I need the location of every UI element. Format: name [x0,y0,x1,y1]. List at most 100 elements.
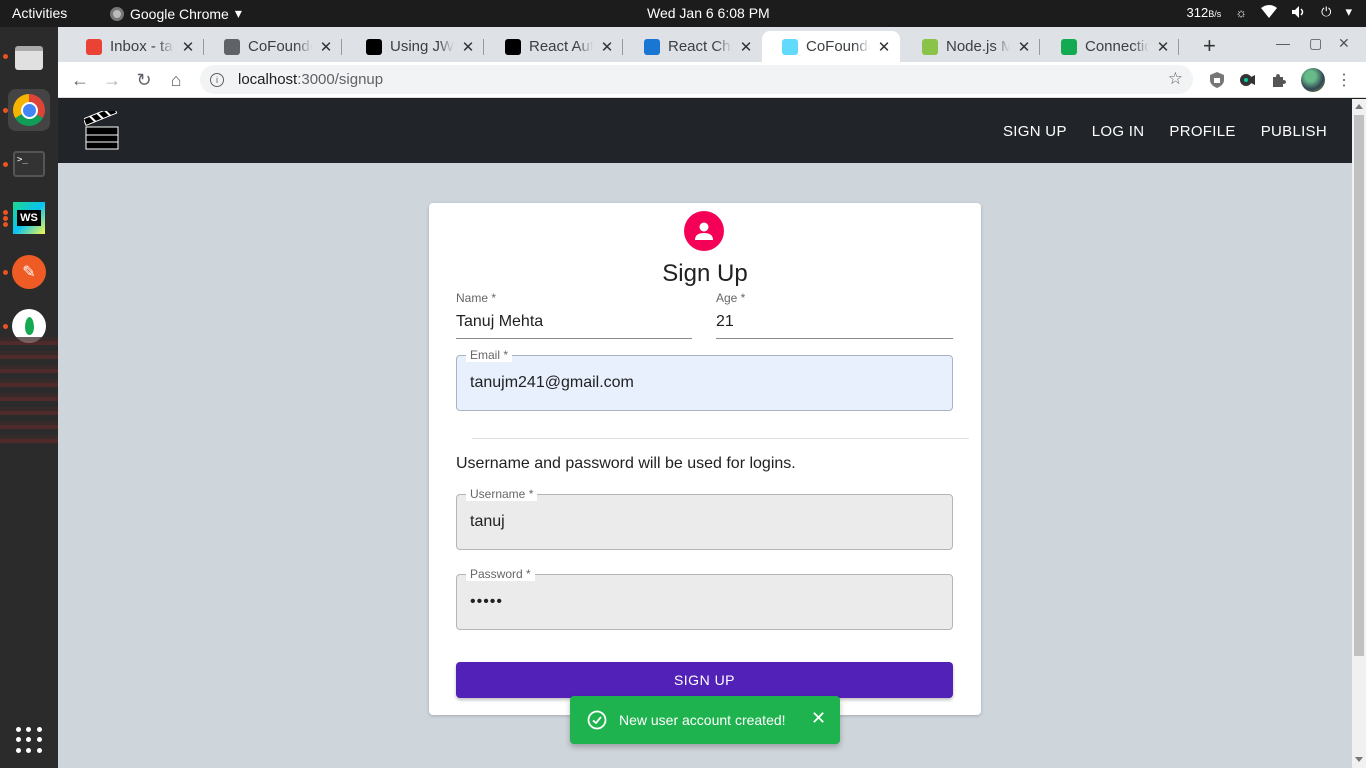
browser-toolbar: ← → ↻ ⌂ i localhost:3000/signup ☆ ⋮ [58,62,1366,98]
email-field[interactable]: Email * tanujm241@gmail.com [456,348,953,411]
user-avatar-icon [684,211,724,251]
password-field[interactable]: Password * ••••• [456,567,953,630]
sign-up-button[interactable]: SIGN UP [456,662,953,698]
tab-close-icon[interactable]: ✕ [876,38,892,56]
tab-close-icon[interactable]: ✕ [318,38,334,56]
browser-tab[interactable]: CoFounder ✕ [204,31,342,62]
profile-avatar[interactable] [1301,68,1325,92]
username-label: Username * [466,487,538,501]
tab-title: React Auth [529,38,593,55]
signup-card: Sign Up Name * Tanuj Mehta Age * 21 Emai… [429,203,981,715]
browser-tab[interactable]: Using JWT ✕ [346,31,484,62]
tab-favicon-icon [1061,38,1077,55]
video-extension-icon[interactable] [1238,71,1256,89]
tab-title: Connection [1085,38,1149,55]
tab-separator [341,39,342,55]
browser-tab[interactable]: CoFounder ✕ [762,31,900,62]
tab-separator [483,39,484,55]
browser-tab[interactable]: React Chip ✕ [624,31,762,62]
password-value[interactable]: ••••• [470,593,503,611]
system-top-bar: Activities Google Chrome ▾ Wed Jan 6 6:0… [0,0,1366,27]
address-bar[interactable]: i localhost:3000/signup ☆ [200,65,1193,94]
browser-tab[interactable]: Connection ✕ [1041,31,1179,62]
credentials-note: Username and password will be used for l… [456,455,796,472]
minimize-icon[interactable]: — [1276,35,1290,51]
tab-separator [622,39,623,55]
name-value[interactable]: Tanuj Mehta [456,313,543,331]
wifi-icon [1261,5,1278,18]
network-speed: 312B/s [1186,4,1222,20]
maximize-icon[interactable]: ▢ [1309,35,1322,52]
page-scrollbar[interactable] [1352,99,1366,768]
window-close-icon[interactable]: ✕ [1338,35,1350,52]
tab-separator [1039,39,1040,55]
tab-favicon-icon [505,38,521,55]
tab-close-icon[interactable]: ✕ [1016,38,1032,56]
tab-close-icon[interactable]: ✕ [460,38,476,56]
shield-extension-icon[interactable] [1208,71,1226,89]
age-value[interactable]: 21 [716,313,734,331]
tab-favicon-icon [224,38,240,55]
scrollbar-thumb[interactable] [1354,115,1364,656]
password-label: Password * [466,567,535,581]
new-tab-button[interactable]: + [1203,33,1216,59]
home-icon[interactable]: ⌂ [162,66,190,94]
tab-separator [1178,39,1179,55]
email-value[interactable]: tanujm241@gmail.com [470,374,634,392]
reload-icon[interactable]: ↻ [130,66,158,94]
browser-tab[interactable]: Inbox - tanuj ✕ [66,31,204,62]
scroll-up-icon[interactable] [1355,104,1363,109]
postman-app-icon[interactable]: ✎ [8,251,50,293]
site-info-icon[interactable]: i [210,72,224,87]
tab-favicon-icon [86,38,102,55]
page-title: Sign Up [662,260,748,287]
dock-glitch-artifact [0,337,58,447]
email-label: Email * [466,348,513,362]
tab-strip: Inbox - tanuj✕CoFounder✕Using JWT✕React … [58,27,1366,62]
system-tray[interactable]: 312B/s ☼ ⏻ ▾ [1187,4,1352,20]
files-app-icon[interactable] [8,37,50,79]
tab-close-icon[interactable]: ✕ [1155,38,1171,56]
clock[interactable]: Wed Jan 6 6:08 PM [647,5,770,21]
nav-profile-link[interactable]: PROFILE [1169,123,1235,140]
chrome-icon [110,6,124,21]
webstorm-app-icon[interactable]: WS [8,197,50,239]
tab-title: CoFounder [806,38,870,55]
tab-close-icon[interactable]: ✕ [738,38,754,56]
success-toast: New user account created! ✕ [570,696,840,744]
nav-log-in-link[interactable]: LOG IN [1092,123,1145,140]
username-field[interactable]: Username * tanuj [456,487,953,550]
clapperboard-logo-icon[interactable] [84,111,120,151]
tab-close-icon[interactable]: ✕ [599,38,615,56]
activities-button[interactable]: Activities [12,5,67,21]
chrome-app-icon[interactable] [8,89,50,131]
section-divider [472,438,969,439]
username-value[interactable]: tanuj [470,513,505,531]
scroll-down-icon[interactable] [1355,757,1363,762]
bookmark-star-icon[interactable]: ☆ [1168,69,1183,89]
terminal-app-icon[interactable]: >_ [8,143,50,185]
tab-close-icon[interactable]: ✕ [180,38,196,56]
name-label: Name * [456,291,497,305]
name-field[interactable]: Name * Tanuj Mehta [456,291,692,339]
nav-publish-link[interactable]: PUBLISH [1261,123,1327,140]
page-viewport: SIGN UP LOG IN PROFILE PUBLISH Sign Up N… [58,99,1352,768]
toast-close-icon[interactable]: ✕ [811,708,826,729]
browser-tab[interactable]: Node.js Mo ✕ [902,31,1040,62]
tab-favicon-icon [922,38,938,55]
kebab-menu-icon[interactable]: ⋮ [1330,66,1358,94]
app-menu[interactable]: Google Chrome ▾ [110,5,242,22]
app-nav-links: SIGN UP LOG IN PROFILE PUBLISH [1003,123,1327,140]
nav-sign-up-link[interactable]: SIGN UP [1003,123,1067,140]
puzzle-extensions-icon[interactable] [1270,71,1288,89]
browser-tab[interactable]: React Auth ✕ [485,31,623,62]
check-circle-icon [587,710,607,730]
show-applications-icon[interactable] [16,727,42,753]
back-icon[interactable]: ← [66,66,94,94]
age-field[interactable]: Age * 21 [716,291,953,339]
tab-title: Inbox - tanuj [110,38,174,55]
forward-icon[interactable]: → [98,66,126,94]
tab-title: React Chip [668,38,732,55]
tab-favicon-icon [366,38,382,55]
tab-title: CoFounder [248,38,312,55]
